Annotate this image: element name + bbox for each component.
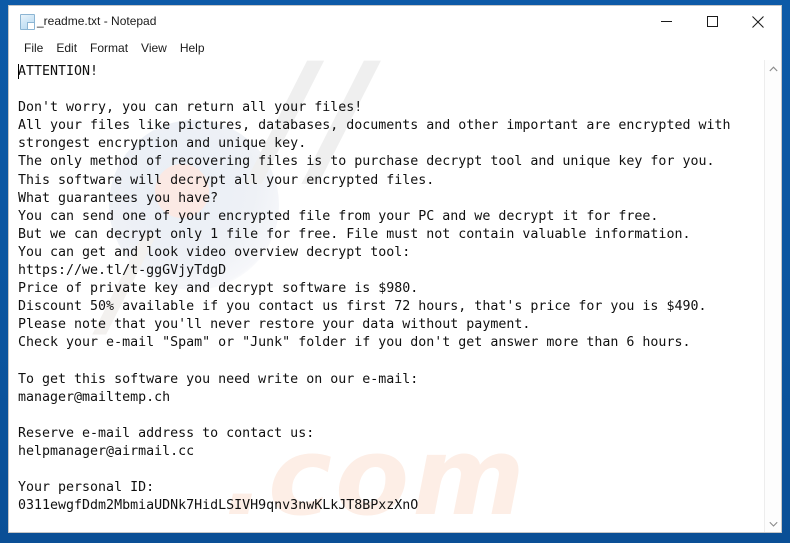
desktop-background: _readme.txt - Notepad File Edit Format V…	[0, 0, 790, 543]
text-caret	[18, 64, 19, 79]
menu-item-view[interactable]: View	[135, 39, 174, 58]
ransom-note-text: ATTENTION! Don't worry, you can return a…	[18, 64, 731, 514]
title-bar-left: _readme.txt - Notepad	[9, 6, 156, 37]
vertical-scrollbar[interactable]	[764, 60, 781, 532]
title-bar[interactable]: _readme.txt - Notepad	[9, 6, 781, 37]
menu-item-format[interactable]: Format	[84, 39, 135, 58]
window-title: _readme.txt - Notepad	[37, 14, 157, 28]
minimize-button[interactable]	[643, 6, 689, 37]
scroll-down-icon[interactable]	[765, 515, 782, 532]
scroll-up-icon[interactable]	[765, 60, 782, 77]
maximize-button[interactable]	[689, 6, 735, 37]
text-editor[interactable]: // / .com ATTENTION! Don't worry, you ca…	[9, 60, 764, 532]
notepad-window: _readme.txt - Notepad File Edit Format V…	[8, 5, 782, 533]
menu-bar: File Edit Format View Help	[9, 37, 781, 59]
scrollbar-track[interactable]	[764, 77, 781, 515]
close-button[interactable]	[735, 6, 781, 37]
menu-item-help[interactable]: Help	[174, 39, 212, 58]
editor-area: // / .com ATTENTION! Don't worry, you ca…	[9, 59, 781, 532]
menu-item-edit[interactable]: Edit	[50, 39, 84, 58]
menu-item-file[interactable]: File	[18, 39, 50, 58]
notepad-document-icon	[19, 13, 36, 30]
window-controls	[643, 6, 781, 37]
